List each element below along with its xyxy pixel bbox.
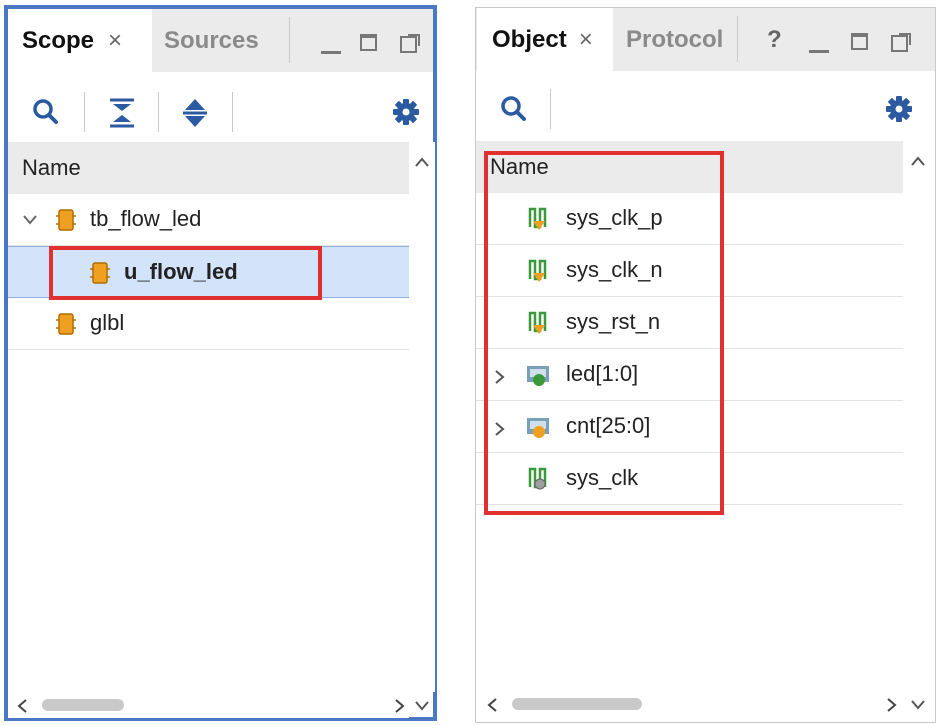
tree-label: glbl bbox=[90, 310, 125, 335]
collapse-all-icon[interactable] bbox=[109, 97, 135, 129]
float-window-icon[interactable] bbox=[890, 32, 912, 54]
search-icon[interactable] bbox=[32, 98, 60, 126]
close-icon[interactable]: × bbox=[108, 27, 122, 55]
scrollbar-thumb[interactable] bbox=[512, 698, 642, 710]
tab-sources-label: Sources bbox=[164, 26, 259, 54]
toolbar-divider bbox=[550, 89, 551, 129]
scrollbar-thumb[interactable] bbox=[42, 699, 124, 711]
toolbar-divider bbox=[84, 92, 85, 132]
gear-icon[interactable] bbox=[885, 95, 913, 123]
expand-all-icon[interactable] bbox=[182, 97, 208, 129]
tree-label: tb_flow_led bbox=[90, 206, 202, 231]
tree-row-glbl[interactable]: glbl bbox=[8, 298, 409, 350]
vertical-scrollbar[interactable] bbox=[905, 141, 931, 691]
chevron-down-icon[interactable] bbox=[22, 213, 38, 225]
horizontal-scrollbar[interactable] bbox=[476, 691, 903, 717]
tab-scope[interactable]: Scope × bbox=[8, 9, 152, 72]
close-icon[interactable]: × bbox=[579, 26, 593, 54]
tab-object[interactable]: Object × bbox=[477, 8, 613, 71]
maximize-icon[interactable] bbox=[851, 33, 868, 50]
help-icon[interactable]: ? bbox=[767, 26, 782, 54]
module-icon bbox=[56, 313, 76, 335]
gear-icon[interactable] bbox=[392, 98, 420, 126]
scroll-up-icon[interactable] bbox=[910, 155, 926, 167]
scroll-down-icon[interactable] bbox=[414, 700, 430, 712]
object-panel: Object × Protocol ? Name sys_clk_p sys_c… bbox=[475, 7, 936, 723]
minimize-icon[interactable] bbox=[321, 51, 341, 54]
tab-sources[interactable]: Sources bbox=[164, 9, 259, 72]
tab-protocol[interactable]: Protocol bbox=[626, 8, 723, 71]
scroll-down-icon[interactable] bbox=[910, 699, 926, 711]
scope-panel: Scope × Sources Name tb_flow_led u_flow_… bbox=[4, 5, 437, 721]
toolbar-divider bbox=[232, 92, 233, 132]
tab-divider bbox=[289, 17, 290, 63]
name-column-header-label: Name bbox=[22, 155, 81, 180]
scroll-left-icon[interactable] bbox=[486, 697, 498, 713]
tab-scope-label: Scope bbox=[22, 26, 95, 54]
object-tab-bar: Object × Protocol ? bbox=[476, 8, 935, 71]
scroll-left-icon[interactable] bbox=[16, 698, 28, 714]
maximize-icon[interactable] bbox=[360, 34, 377, 51]
module-icon bbox=[56, 209, 76, 231]
tree-row-tb-flow-led[interactable]: tb_flow_led bbox=[8, 194, 409, 246]
object-toolbar bbox=[476, 71, 935, 141]
name-column-header[interactable]: Name bbox=[8, 142, 409, 194]
horizontal-scrollbar[interactable] bbox=[8, 692, 409, 718]
highlight-box bbox=[484, 151, 724, 515]
search-icon[interactable] bbox=[500, 95, 528, 123]
tab-divider bbox=[737, 16, 738, 62]
tab-protocol-label: Protocol bbox=[626, 25, 724, 53]
scroll-right-icon[interactable] bbox=[886, 697, 898, 713]
vertical-scrollbar[interactable] bbox=[409, 142, 435, 692]
tab-object-label: Object bbox=[492, 25, 567, 53]
scroll-up-icon[interactable] bbox=[414, 156, 430, 168]
scroll-right-icon[interactable] bbox=[394, 698, 406, 714]
scope-tab-bar: Scope × Sources bbox=[8, 9, 433, 72]
toolbar-divider bbox=[158, 92, 159, 132]
highlight-box bbox=[49, 246, 322, 300]
float-window-icon[interactable] bbox=[399, 33, 421, 55]
minimize-icon[interactable] bbox=[809, 50, 829, 53]
scope-toolbar bbox=[8, 72, 433, 142]
